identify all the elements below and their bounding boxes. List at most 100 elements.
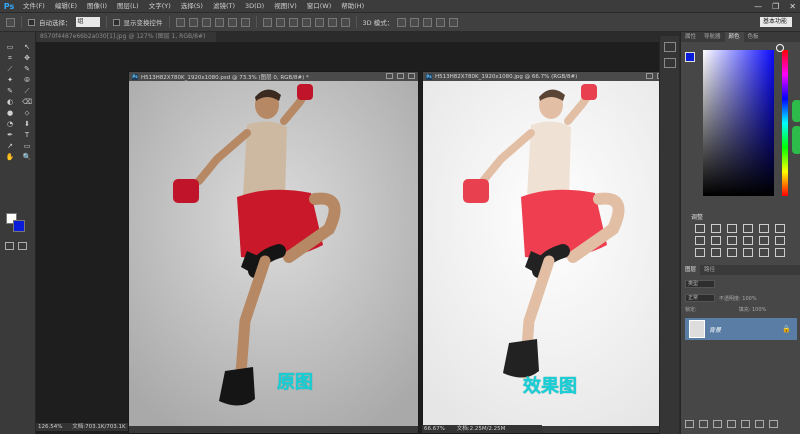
blend-mode-dropdown[interactable]: 正常 [685, 294, 715, 302]
new-layer-icon[interactable] [755, 420, 764, 428]
menu-file[interactable]: 文件(F) [18, 0, 50, 13]
tab-layers[interactable]: 图层 [681, 265, 701, 275]
gradient-tool-icon[interactable]: ⌫ [19, 97, 35, 107]
eyedropper-tool-icon[interactable]: ✎ [19, 64, 35, 74]
restore-button[interactable]: ❐ [772, 2, 779, 11]
link-layers-icon[interactable] [685, 420, 694, 428]
screen-mode-icon[interactable] [18, 242, 27, 250]
distribute-left-icon[interactable] [301, 17, 311, 27]
brush-tool-icon[interactable]: ⦾ [19, 75, 35, 85]
opacity-field[interactable]: 不透明度: 100% [719, 295, 757, 302]
actions-icon[interactable] [663, 58, 676, 68]
menu-edit[interactable]: 编辑(E) [50, 0, 82, 13]
photo-filter-icon[interactable] [727, 236, 737, 245]
marquee-tool-icon[interactable]: ▭ [2, 42, 18, 52]
quick-mask-icon[interactable] [5, 242, 14, 250]
tab-swatches[interactable]: 色板 [744, 32, 763, 42]
background-color-swatch[interactable] [13, 220, 25, 232]
channel-mixer-icon[interactable] [743, 236, 753, 245]
healing-brush-tool-icon[interactable]: ✦ [2, 75, 18, 85]
3d-scale-icon[interactable] [449, 17, 459, 27]
maximize-icon[interactable] [397, 73, 404, 79]
layer-kind-dropdown[interactable]: 类型 [685, 280, 715, 288]
menu-filter[interactable]: 滤镜(T) [208, 0, 240, 13]
shadows-icon[interactable] [759, 248, 769, 257]
layer-row-background[interactable]: 背景 🔒 [685, 318, 797, 340]
minimize-icon[interactable] [386, 73, 393, 79]
clone-stamp-tool-icon[interactable]: ✎ [2, 86, 18, 96]
color-balance-icon[interactable] [695, 236, 705, 245]
brightness-icon[interactable] [695, 224, 705, 233]
close-button[interactable]: ✕ [789, 2, 796, 11]
hand-tool-icon[interactable]: ✋ [2, 152, 18, 162]
document-titlebar[interactable]: Ps H513H82X780K_1920x1080.psd @ 73.3% (图… [129, 72, 418, 81]
menu-3d[interactable]: 3D(D) [240, 0, 269, 13]
align-middle-icon[interactable] [188, 17, 198, 27]
side-widget-tab-2[interactable] [792, 126, 800, 154]
align-left-icon[interactable] [214, 17, 224, 27]
align-top-icon[interactable] [175, 17, 185, 27]
filter-icon[interactable] [775, 248, 785, 257]
crop-tool-icon[interactable]: ⟋ [2, 64, 18, 74]
distribute-right-icon[interactable] [327, 17, 337, 27]
menu-layer[interactable]: 图层(L) [112, 0, 144, 13]
history-icon[interactable] [663, 42, 676, 52]
menu-help[interactable]: 帮助(H) [336, 0, 369, 13]
gradient-map-icon[interactable] [743, 248, 753, 257]
3d-slide-icon[interactable] [436, 17, 446, 27]
distribute-top-icon[interactable] [262, 17, 272, 27]
3d-roll-icon[interactable] [410, 17, 420, 27]
menu-image[interactable]: 图像(I) [82, 0, 112, 13]
lasso-tool-icon[interactable]: ⌗ [2, 53, 18, 63]
pen-tool-icon[interactable]: ◔ [2, 119, 18, 129]
distribute-middle-icon[interactable] [275, 17, 285, 27]
zoom-tool-icon[interactable]: 🔍 [19, 152, 35, 162]
curves-icon[interactable] [727, 224, 737, 233]
tab-color[interactable]: 颜色 [724, 32, 744, 42]
panel-foreground-swatch[interactable] [685, 52, 695, 62]
vibrance-icon[interactable] [759, 224, 769, 233]
workspace-dropdown[interactable]: 基本功能 [760, 17, 792, 27]
fill-field[interactable]: 填充: 100% [739, 306, 767, 313]
align-right-icon[interactable] [240, 17, 250, 27]
type-tool-icon[interactable]: ⬇ [19, 119, 35, 129]
tab-navigator[interactable]: 导航器 [700, 32, 725, 42]
menu-window[interactable]: 窗口(W) [302, 0, 337, 13]
auto-align-icon[interactable] [340, 17, 350, 27]
direct-select-tool-icon[interactable]: ↗ [2, 141, 18, 151]
move-tool-icon[interactable] [6, 17, 15, 27]
menu-view[interactable]: 视图(V) [269, 0, 302, 13]
layer-style-icon[interactable] [699, 420, 708, 428]
path-select-tool-icon[interactable]: ✒ [2, 130, 18, 140]
tab-paths[interactable]: 路径 [700, 265, 719, 275]
hue-slider[interactable] [782, 50, 788, 196]
blur-tool-icon[interactable]: ● [2, 108, 18, 118]
tab-properties[interactable]: 属性 [681, 32, 700, 42]
document-titlebar[interactable]: Ps H513H82X780K_1920x1080.jpg @ 66.7% (R… [423, 72, 678, 81]
menu-type[interactable]: 文字(Y) [144, 0, 176, 13]
distribute-center-icon[interactable] [314, 17, 324, 27]
quick-select-tool-icon[interactable]: ✥ [19, 53, 35, 63]
levels-icon[interactable] [711, 224, 721, 233]
align-center-icon[interactable] [227, 17, 237, 27]
dodge-tool-icon[interactable]: ⬦ [19, 108, 35, 118]
adjustment-layer-icon[interactable] [727, 420, 736, 428]
auto-select-dropdown[interactable]: 组 [75, 17, 100, 27]
menu-select[interactable]: 选择(S) [176, 0, 208, 13]
color-lookup-icon[interactable] [759, 236, 769, 245]
close-icon[interactable] [408, 73, 415, 79]
auto-select-checkbox[interactable] [28, 18, 35, 26]
color-field[interactable] [703, 50, 774, 196]
eraser-tool-icon[interactable]: ◐ [2, 97, 18, 107]
history-brush-tool-icon[interactable]: ⟋ [19, 86, 35, 96]
posterize-icon[interactable] [695, 248, 705, 257]
exposure-icon[interactable] [743, 224, 753, 233]
black-white-icon[interactable] [711, 236, 721, 245]
3d-pan-icon[interactable] [423, 17, 433, 27]
3d-rotate-icon[interactable] [397, 17, 407, 27]
minimize-icon[interactable] [646, 73, 653, 79]
move-tool-icon[interactable]: ↖ [19, 42, 35, 52]
side-widget-tab[interactable] [792, 100, 800, 122]
hue-saturation-icon[interactable] [775, 224, 785, 233]
threshold-icon[interactable] [711, 248, 721, 257]
